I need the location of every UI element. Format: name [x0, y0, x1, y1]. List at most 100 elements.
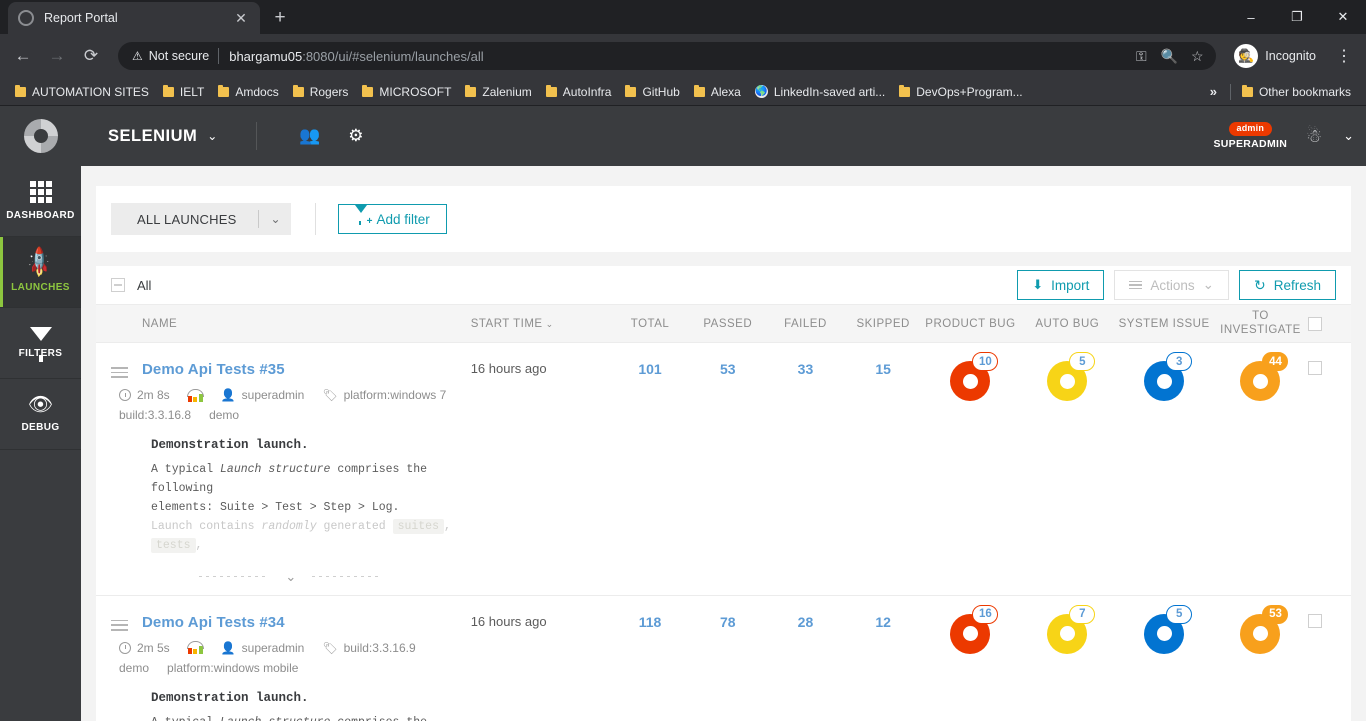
- column-header-auto-bug[interactable]: AUTO BUG: [1018, 304, 1116, 343]
- header-checkbox[interactable]: [1308, 316, 1323, 331]
- row-checkbox[interactable]: [1308, 361, 1323, 375]
- star-icon[interactable]: ☆: [1184, 43, 1210, 69]
- sidebar-item-filters[interactable]: FILTERS: [0, 308, 81, 379]
- bookmark-label: Zalenium: [482, 84, 532, 99]
- user-name-label: SUPERADMIN: [1213, 138, 1288, 151]
- column-header-name[interactable]: NAME: [96, 304, 471, 343]
- product-bug-badge[interactable]: 16: [972, 604, 999, 624]
- launch-tag[interactable]: 🏷 platform:windows 7: [322, 388, 446, 402]
- product-bug-donut[interactable]: 16: [950, 604, 999, 654]
- expand-chevron-down-icon[interactable]: ⌄: [285, 570, 296, 583]
- import-button[interactable]: ⬇ Import: [1017, 270, 1105, 300]
- to-investigate-donut[interactable]: 53: [1240, 604, 1289, 654]
- chevron-down-icon[interactable]: ⌄: [259, 212, 291, 226]
- column-header-passed[interactable]: PASSED: [688, 304, 767, 343]
- forward-icon[interactable]: →: [42, 41, 72, 71]
- column-header-to-investigate[interactable]: TO INVESTIGATE: [1212, 304, 1309, 343]
- close-window-icon[interactable]: ✕: [1320, 0, 1366, 34]
- launch-link[interactable]: Demo Api Tests #35: [142, 361, 285, 378]
- sidebar-item-launches[interactable]: 🚀 LAUNCHES: [0, 237, 81, 308]
- column-header-system-issue[interactable]: SYSTEM ISSUE: [1115, 304, 1213, 343]
- bookmark-item[interactable]: Rogers: [286, 80, 356, 104]
- other-bookmarks-button[interactable]: Other bookmarks: [1235, 80, 1358, 104]
- system-issue-badge[interactable]: 3: [1166, 352, 1193, 371]
- column-header-product-bug[interactable]: PRODUCT BUG: [922, 304, 1019, 343]
- skipped-cell[interactable]: 12: [844, 595, 922, 721]
- launch-tag[interactable]: build:3.3.16.8: [119, 408, 191, 422]
- user-menu-chevron-down-icon[interactable]: ⌄: [1343, 128, 1354, 144]
- column-header-skipped[interactable]: SKIPPED: [844, 304, 922, 343]
- browser-menu-icon[interactable]: ⋮: [1330, 42, 1358, 70]
- filter-panel: ALL LAUNCHES ⌄ + Add filter: [96, 186, 1351, 252]
- members-icon[interactable]: 👥: [287, 106, 333, 166]
- launch-tag[interactable]: demo: [119, 661, 149, 675]
- system-issue-donut[interactable]: 5: [1144, 604, 1193, 654]
- bookmarks-overflow-icon[interactable]: »: [1201, 84, 1226, 99]
- failed-cell[interactable]: 28: [767, 595, 845, 721]
- app-logo[interactable]: [0, 106, 81, 166]
- drag-handle-icon[interactable]: [111, 614, 128, 631]
- auto-bug-donut[interactable]: 7: [1047, 604, 1096, 654]
- minimize-icon[interactable]: –: [1228, 0, 1274, 34]
- launch-tag[interactable]: 🏷 build:3.3.16.9: [322, 641, 415, 655]
- system-issue-donut[interactable]: 3: [1144, 352, 1193, 401]
- browser-tab[interactable]: Report Portal ✕: [8, 2, 260, 34]
- to-investigate-badge[interactable]: 53: [1262, 604, 1289, 624]
- product-bug-badge[interactable]: 10: [972, 352, 999, 371]
- back-icon[interactable]: ←: [8, 41, 38, 71]
- column-header-total[interactable]: TOTAL: [611, 304, 689, 343]
- auto-bug-badge[interactable]: 5: [1069, 352, 1096, 371]
- reload-icon[interactable]: ⟳: [76, 41, 106, 71]
- launch-link[interactable]: Demo Api Tests #34: [142, 614, 285, 631]
- launch-tag[interactable]: demo: [209, 408, 239, 422]
- drag-handle-icon[interactable]: [111, 361, 128, 378]
- system-issue-badge[interactable]: 5: [1166, 604, 1193, 624]
- add-filter-button[interactable]: + Add filter: [338, 204, 447, 234]
- bookmark-item[interactable]: MICROSOFT: [355, 80, 458, 104]
- auto-bug-badge[interactable]: 7: [1069, 604, 1096, 624]
- bookmark-item[interactable]: IELT: [156, 80, 211, 104]
- incognito-profile-button[interactable]: 🕵 Incognito: [1230, 42, 1328, 70]
- tab-close-icon[interactable]: ✕: [232, 9, 250, 27]
- total-cell[interactable]: 118: [611, 595, 689, 721]
- row-expander[interactable]: ⌄: [111, 556, 471, 595]
- product-bug-donut[interactable]: 10: [950, 352, 999, 401]
- to-investigate-badge[interactable]: 44: [1262, 352, 1289, 371]
- actions-label: Actions: [1150, 277, 1195, 293]
- bookmark-item[interactable]: GitHub: [618, 80, 686, 104]
- column-header-start-time[interactable]: START TIME ⌄: [470, 304, 612, 343]
- search-icon[interactable]: 🔍: [1156, 43, 1182, 69]
- total-cell[interactable]: 101: [611, 343, 689, 596]
- new-tab-button[interactable]: +: [266, 4, 294, 32]
- sidebar-item-debug[interactable]: 👁 DEBUG: [0, 379, 81, 450]
- sidebar-item-dashboard[interactable]: DASHBOARD: [0, 166, 81, 237]
- row-checkbox[interactable]: [1308, 613, 1323, 628]
- passed-cell[interactable]: 78: [689, 595, 767, 721]
- bookmark-item[interactable]: Amdocs: [211, 80, 285, 104]
- passed-cell[interactable]: 53: [689, 343, 767, 596]
- actions-button[interactable]: Actions ⌄: [1114, 270, 1229, 300]
- launch-filter-select[interactable]: ALL LAUNCHES ⌄: [111, 203, 292, 235]
- bookmark-item[interactable]: AutoInfra: [539, 80, 619, 104]
- address-bar[interactable]: ⚠ Not secure bhargamu05:8080/ui/#seleniu…: [118, 42, 1217, 70]
- refresh-button[interactable]: ↻ Refresh: [1238, 270, 1336, 300]
- avatar-icon[interactable]: ☃: [1297, 119, 1331, 153]
- skipped-cell[interactable]: 15: [844, 343, 922, 596]
- bookmark-item[interactable]: DevOps+Program...: [892, 80, 1029, 104]
- to-investigate-donut[interactable]: 44: [1240, 352, 1289, 401]
- bookmark-item[interactable]: Alexa: [687, 80, 748, 104]
- launch-tag[interactable]: platform:windows mobile: [167, 661, 298, 675]
- failed-cell[interactable]: 33: [767, 343, 845, 596]
- bookmark-item[interactable]: AUTOMATION SITES: [8, 80, 156, 104]
- auto-bug-donut[interactable]: 5: [1047, 352, 1096, 401]
- project-selector[interactable]: SELENIUM ⌄: [108, 127, 218, 146]
- maximize-icon[interactable]: ❐: [1274, 0, 1320, 34]
- folder-icon: [218, 84, 230, 97]
- gear-icon[interactable]: ⚙: [333, 106, 379, 166]
- launches-panel: All ⬇ Import Actions ⌄ ↻ Refresh NAME ST…: [96, 266, 1351, 721]
- select-all-checkbox[interactable]: [111, 278, 125, 292]
- column-header-failed[interactable]: FAILED: [766, 304, 845, 343]
- key-icon[interactable]: ⚿: [1128, 43, 1154, 69]
- bookmark-item[interactable]: Zalenium: [458, 80, 538, 104]
- bookmark-item[interactable]: 🌎 LinkedIn-saved arti...: [748, 80, 892, 104]
